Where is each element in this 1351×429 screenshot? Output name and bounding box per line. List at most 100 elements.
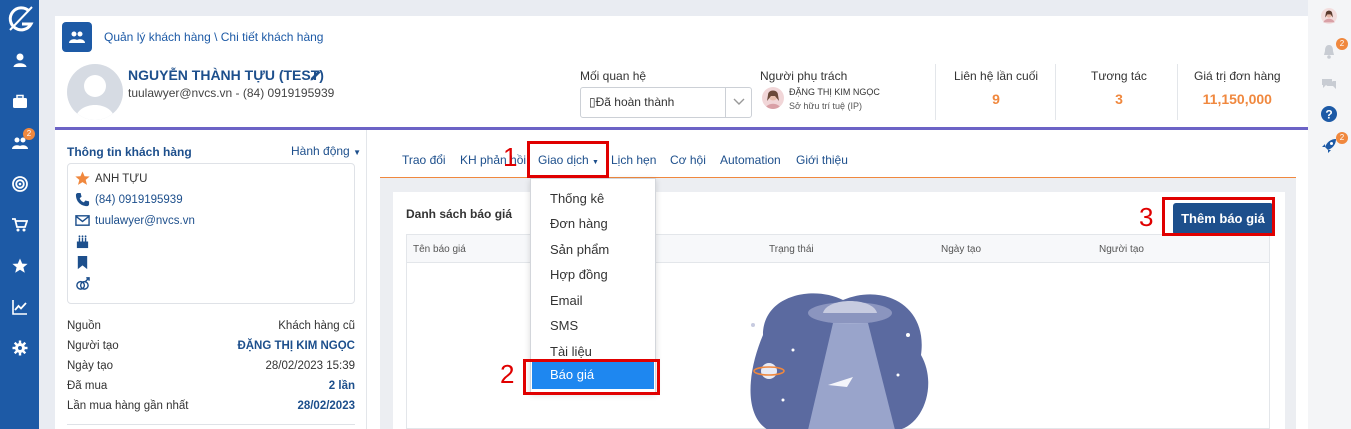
chart-line-icon[interactable] — [0, 295, 39, 319]
bookmark-icon — [75, 255, 95, 270]
gender-icon — [75, 276, 95, 291]
info-label: Nguồn — [67, 320, 101, 332]
highlight-quotes-item — [523, 359, 660, 395]
tab-opportunities[interactable]: Cơ hội — [670, 153, 706, 167]
info-label: Ngày tạo — [67, 360, 114, 372]
divider — [67, 424, 355, 425]
actions-label: Hành động — [291, 144, 350, 158]
customer-contact: tuulawyer@nvcs.vn - (84) 0919195939 — [128, 86, 335, 100]
annotation-number: 3 — [1139, 202, 1154, 232]
menu-item-sms[interactable]: SMS — [550, 318, 578, 333]
main-card: Quản lý khách hàng \ Chi tiết khách hàng… — [55, 16, 1308, 429]
stat-divider — [935, 64, 936, 120]
tab-automation[interactable]: Automation — [720, 153, 781, 167]
quote-list-title: Danh sách báo giá — [406, 207, 513, 221]
email-link[interactable]: tuulawyer@nvcs.vn — [95, 215, 195, 227]
caret-down-icon: ▼ — [353, 148, 361, 157]
column-header[interactable]: Ngày tạo — [941, 244, 981, 255]
star-icon — [75, 171, 90, 185]
pencil-icon[interactable] — [309, 68, 323, 82]
info-creator: Người tạo ĐẶNG THỊ KIM NGỌC — [67, 340, 355, 352]
column-header[interactable]: Người tạo — [1099, 244, 1144, 255]
menu-item-documents[interactable]: Tài liệu — [550, 344, 592, 359]
users-badge: 2 — [23, 128, 35, 140]
stat-value: 11,150,000 — [1202, 91, 1272, 107]
menu-item-email[interactable]: Email — [550, 293, 583, 308]
display-name: ANH TỰU — [95, 172, 148, 185]
stat-interactions: Tương tác 3 — [1091, 69, 1147, 107]
tab-exchange[interactable]: Trao đổi — [402, 153, 446, 167]
info-label: Lần mua hàng gần nhất — [67, 400, 189, 412]
info-label: Đã mua — [67, 380, 108, 392]
menu-item-contracts[interactable]: Hợp đồng — [550, 267, 608, 282]
customer-name: NGUYỄN THÀNH TỰU (TEST) — [128, 67, 324, 83]
chat-icon[interactable] — [1319, 74, 1339, 94]
owner-label: Người phụ trách — [760, 69, 848, 83]
email-row: tuulawyer@nvcs.vn — [75, 213, 195, 228]
app-logo[interactable] — [4, 4, 36, 36]
gear-icon[interactable] — [0, 336, 39, 360]
stat-divider — [1177, 64, 1178, 120]
phone-icon — [75, 192, 90, 207]
star-icon[interactable] — [0, 254, 39, 278]
relationship-select[interactable]: ▯Đã hoàn thành — [580, 87, 752, 118]
info-value: 28/02/2023 15:39 — [265, 360, 355, 372]
customers-icon — [62, 22, 92, 52]
info-label: Người tạo — [67, 340, 119, 352]
svg-text:?: ? — [1325, 108, 1332, 122]
tab-appointments[interactable]: Lịch hẹn — [611, 153, 656, 167]
info-value: 2 lần — [328, 380, 355, 392]
owner-dept: Sở hữu trí tuệ (IP) — [789, 101, 862, 111]
customer-info-title: Thông tin khách hàng — [67, 145, 192, 159]
actions-dropdown[interactable]: Hành động ▼ — [291, 144, 361, 158]
info-created-date: Ngày tạo 28/02/2023 15:39 — [67, 360, 355, 372]
info-source: Nguồn Khách hàng cũ — [67, 320, 355, 332]
customer-avatar — [67, 64, 123, 120]
info-value: 28/02/2023 — [297, 400, 355, 412]
stat-value: 9 — [992, 91, 1000, 107]
empty-state-illustration — [723, 275, 951, 429]
highlight-transactions-tab — [527, 141, 609, 178]
user-icon[interactable] — [0, 48, 39, 72]
birthday-cake-icon — [75, 234, 95, 249]
stat-last-contact: Liên hệ lần cuối 9 — [954, 69, 1038, 107]
phone-row: (84) 0919195939 — [75, 192, 183, 207]
chevron-down-icon — [725, 88, 751, 117]
stat-divider — [1055, 64, 1056, 120]
stat-value: 3 — [1115, 91, 1123, 107]
annotation-number: 2 — [500, 359, 515, 389]
info-last-purchase: Lần mua hàng gần nhất 28/02/2023 — [67, 400, 355, 412]
briefcase-icon[interactable] — [0, 90, 39, 114]
relationship-label: Mối quan hệ — [580, 69, 647, 83]
column-header[interactable]: Tên báo giá — [413, 244, 466, 255]
menu-item-statistics[interactable]: Thống kê — [550, 191, 604, 206]
column-header[interactable]: Trạng thái — [769, 244, 814, 255]
highlight-add-quote-button — [1162, 197, 1275, 236]
stat-label: Tương tác — [1091, 69, 1147, 83]
right-rail: 2 ? 2 — [1308, 0, 1351, 429]
user-avatar[interactable] — [1319, 6, 1339, 26]
stat-label: Liên hệ lần cuối — [954, 69, 1039, 83]
info-purchased: Đã mua 2 lần — [67, 380, 355, 392]
display-name-row: ANH TỰU — [75, 171, 147, 186]
breadcrumb[interactable]: Quản lý khách hàng \ Chi tiết khách hàng — [104, 30, 323, 44]
annotation-number: 1 — [503, 142, 518, 172]
header-divider — [55, 127, 1308, 130]
rocket-badge: 2 — [1336, 132, 1348, 144]
target-icon[interactable] — [0, 172, 39, 196]
customer-info-box: ANH TỰU (84) 0919195939 tuulawyer@nvcs.v… — [67, 163, 355, 304]
phone-link[interactable]: (84) 0919195939 — [95, 194, 183, 206]
menu-item-products[interactable]: Sản phẩm — [550, 242, 609, 257]
info-value: ĐẶNG THỊ KIM NGỌC — [237, 340, 355, 352]
info-value: Khách hàng cũ — [278, 320, 355, 332]
bell-badge: 2 — [1336, 38, 1348, 50]
tab-referral[interactable]: Giới thiệu — [796, 153, 848, 167]
menu-item-orders[interactable]: Đơn hàng — [550, 216, 608, 231]
left-sidebar: 2 — [0, 0, 39, 429]
owner-name[interactable]: ĐẶNG THỊ KIM NGỌC — [789, 87, 880, 97]
cart-icon[interactable] — [0, 213, 39, 237]
help-icon[interactable]: ? — [1319, 104, 1339, 124]
envelope-icon — [75, 215, 90, 226]
stat-label: Giá trị đơn hàng — [1194, 69, 1281, 83]
owner-avatar — [762, 87, 784, 109]
